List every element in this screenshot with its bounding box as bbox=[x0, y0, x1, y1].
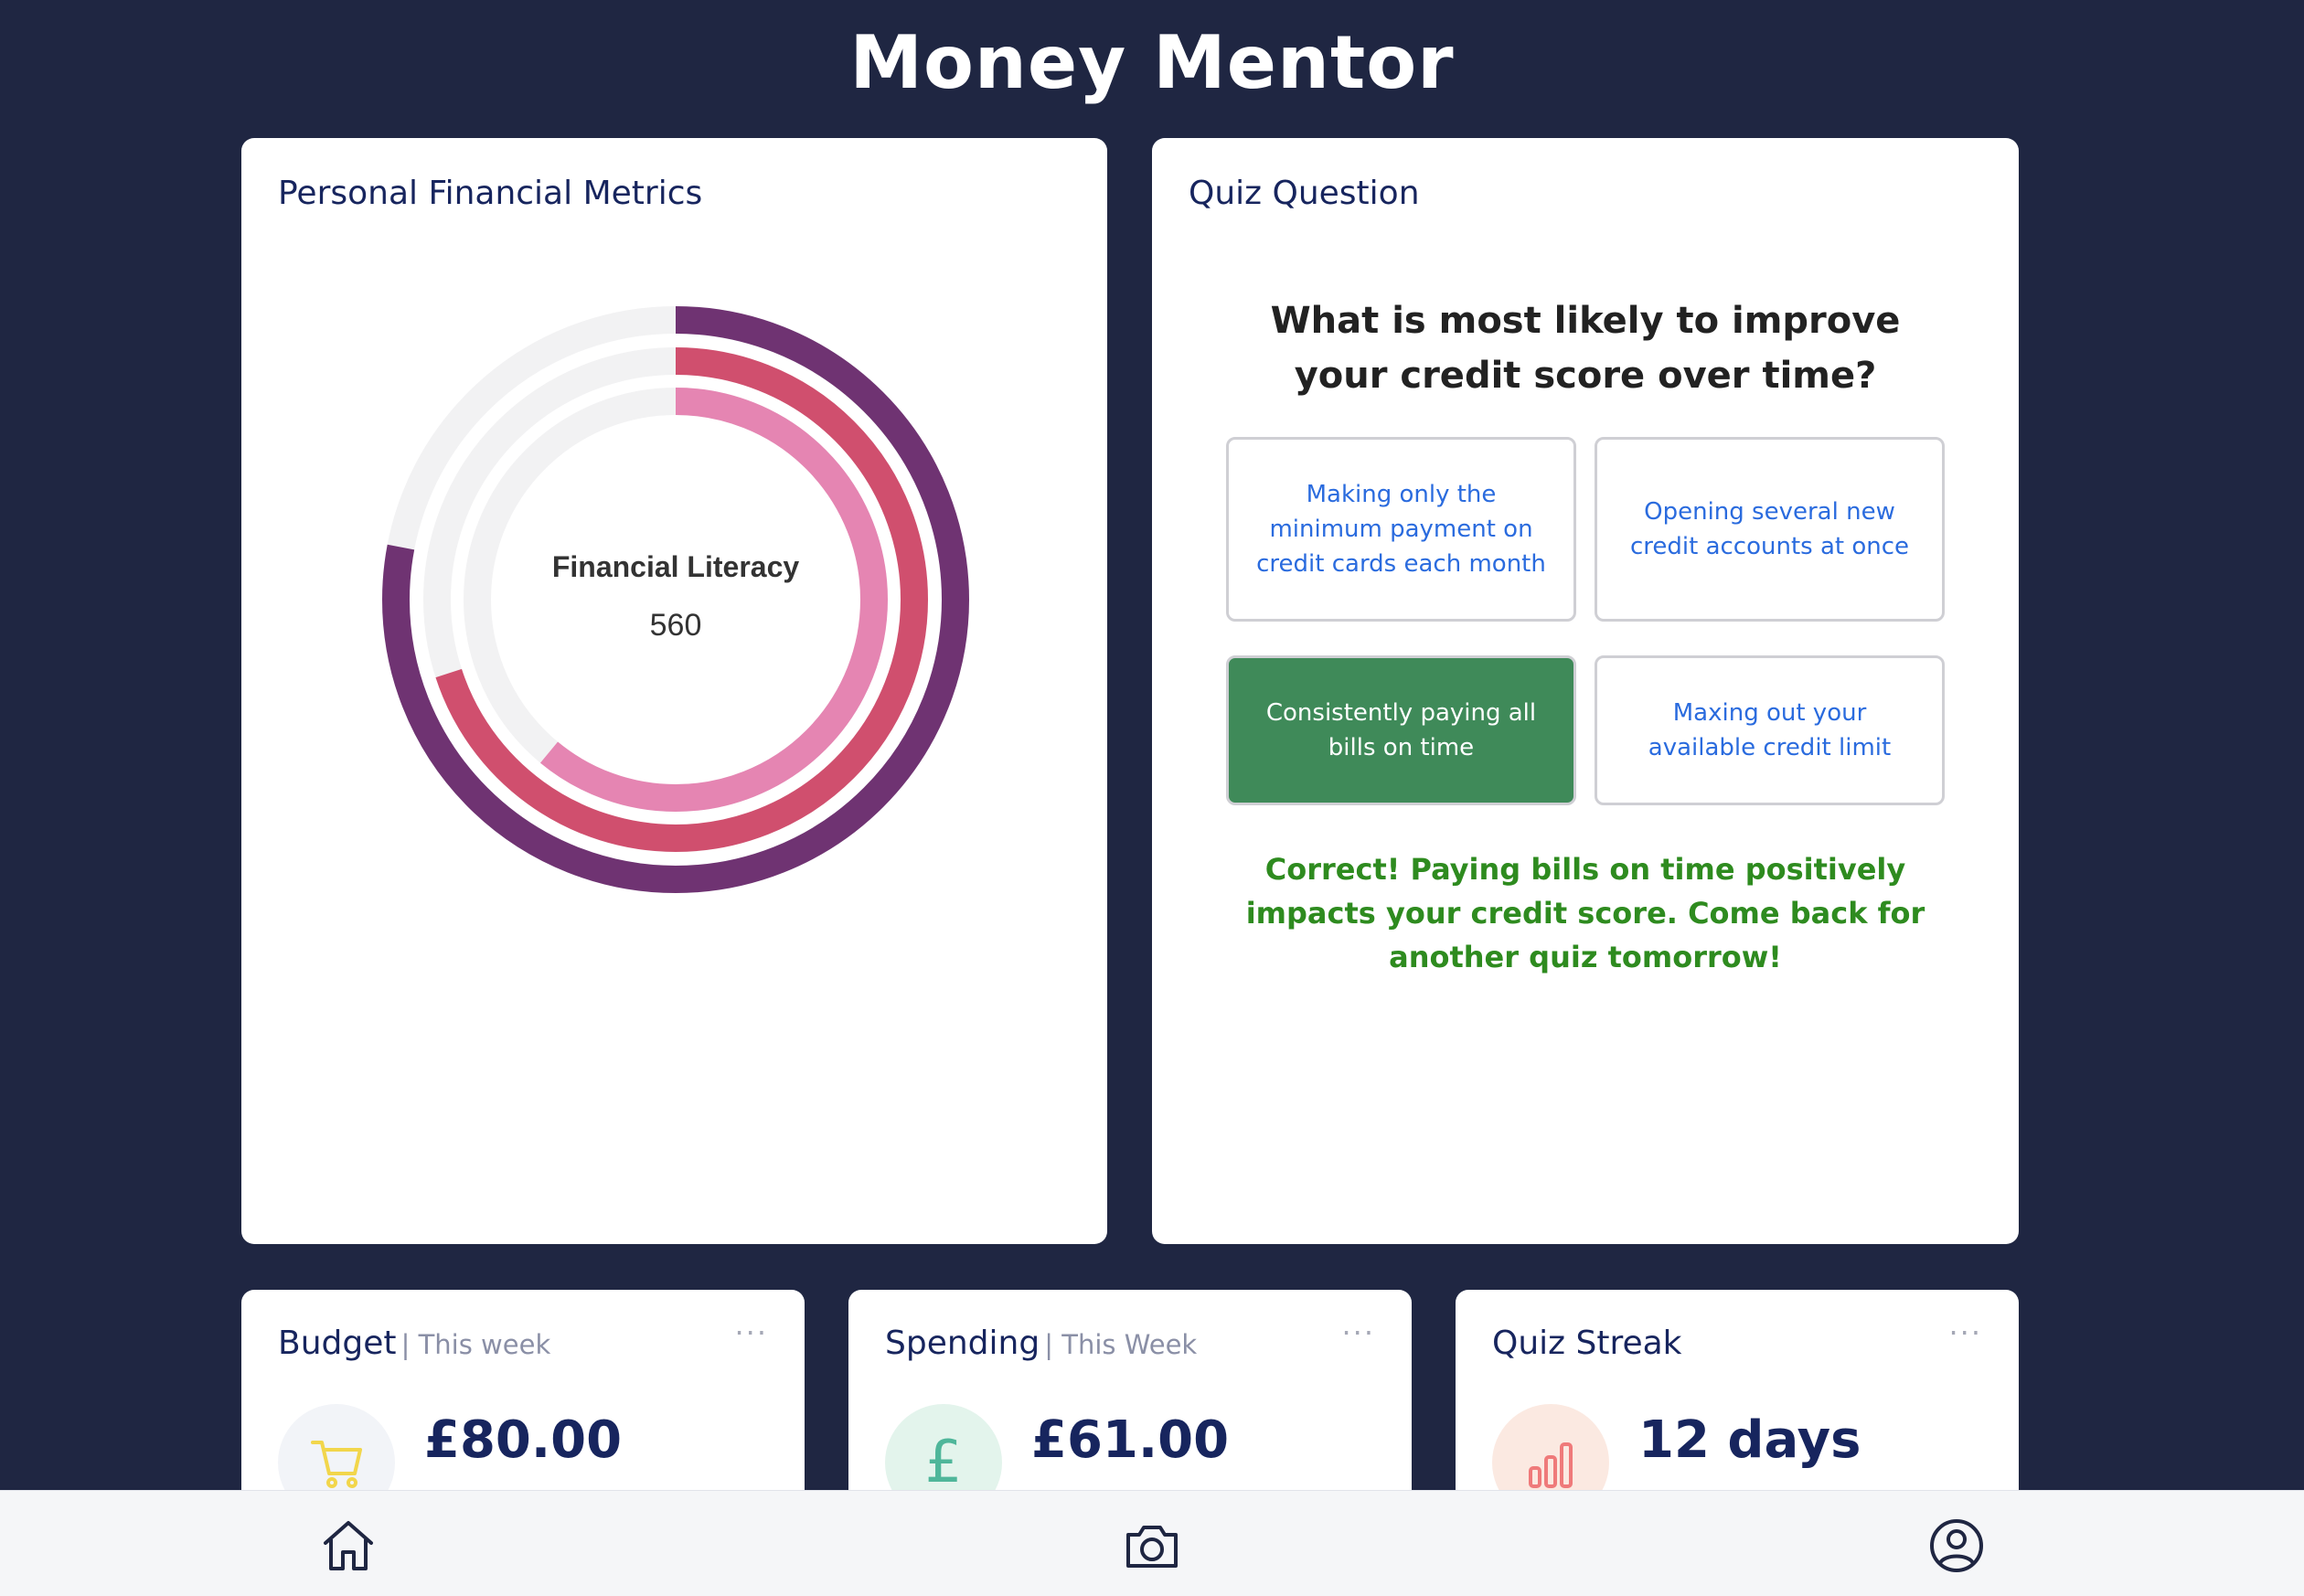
financial-literacy-ring-chart: Financial Literacy 560 bbox=[382, 306, 969, 893]
pound-glyph: £ bbox=[924, 1429, 963, 1496]
quiz-option-minimum-payment[interactable]: Making only the minimum payment on credi… bbox=[1226, 437, 1576, 622]
spending-more-icon[interactable]: ··· bbox=[1341, 1315, 1375, 1350]
app-title: Money Mentor bbox=[849, 20, 1455, 105]
budget-value: £80.00 bbox=[424, 1410, 623, 1470]
quiz-option-paying-on-time[interactable]: Consistently paying all bills on time bbox=[1226, 655, 1576, 805]
streak-title-label: Quiz Streak bbox=[1492, 1325, 1682, 1362]
quiz-card: Quiz Question What is most likely to imp… bbox=[1152, 138, 2019, 1244]
streak-value: 12 days bbox=[1638, 1410, 1861, 1470]
financial-metrics-card: Personal Financial Metrics Financial Lit… bbox=[241, 138, 1107, 1244]
quiz-feedback: Correct! Paying bills on time positively… bbox=[1245, 852, 1925, 974]
quiz-option-new-accounts[interactable]: Opening several new credit accounts at o… bbox=[1595, 437, 1945, 622]
quiz-question: What is most likely to improve your cred… bbox=[1270, 300, 1901, 397]
spending-title: Spending | This Week bbox=[885, 1325, 1197, 1362]
spending-title-label: Spending bbox=[885, 1325, 1040, 1362]
spending-period-label: | This Week bbox=[1044, 1329, 1198, 1360]
bottom-navigation-bar bbox=[0, 1490, 2304, 1596]
camera-icon[interactable] bbox=[1120, 1514, 1184, 1578]
quiz-option-max-credit[interactable]: Maxing out your available credit limit bbox=[1595, 655, 1945, 805]
quiz-card-title: Quiz Question bbox=[1189, 175, 1420, 212]
budget-title-label: Budget bbox=[278, 1325, 397, 1362]
spending-value: £61.00 bbox=[1031, 1410, 1230, 1470]
metrics-card-title: Personal Financial Metrics bbox=[278, 175, 703, 212]
ring-center-value: 560 bbox=[650, 608, 702, 643]
home-icon[interactable] bbox=[316, 1514, 380, 1578]
profile-icon[interactable] bbox=[1925, 1514, 1989, 1578]
budget-period-label: | This week bbox=[400, 1329, 551, 1360]
streak-title: Quiz Streak bbox=[1492, 1325, 1682, 1362]
streak-more-icon[interactable]: ··· bbox=[1948, 1315, 1982, 1350]
budget-title: Budget | This week bbox=[278, 1325, 550, 1362]
budget-more-icon[interactable]: ··· bbox=[734, 1315, 768, 1350]
ring-center-label: Financial Literacy bbox=[552, 550, 800, 583]
